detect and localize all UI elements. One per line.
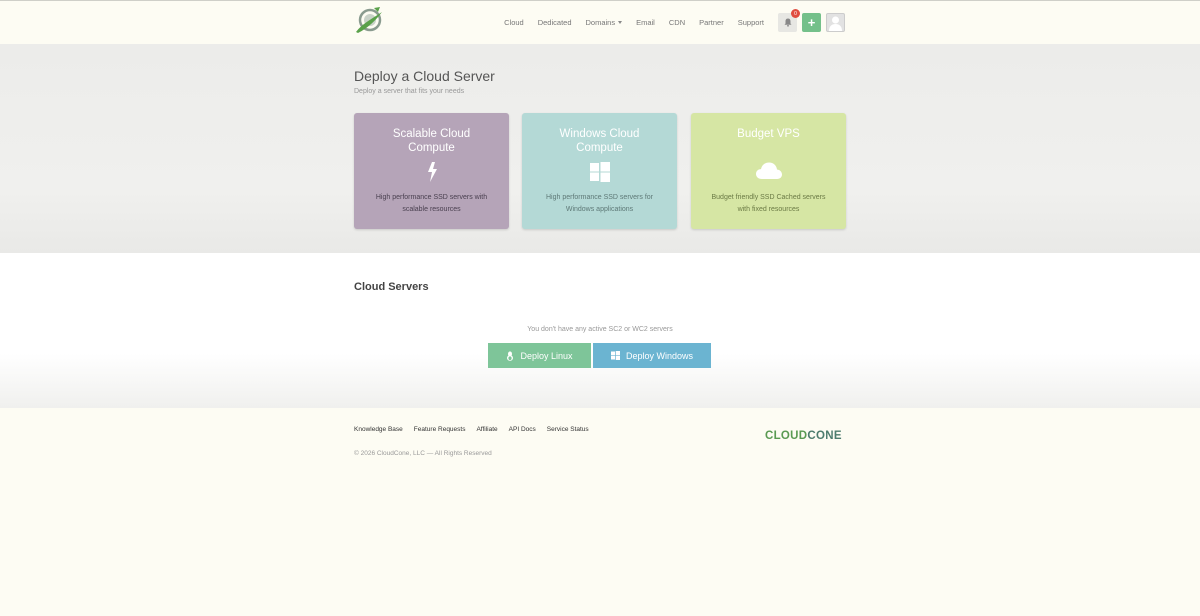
cloud-servers-section: Cloud Servers You don't have any active … <box>0 253 1200 408</box>
card-description: Budget friendly SSD Cached servers with … <box>711 194 826 213</box>
nav-support[interactable]: Support <box>731 1 771 44</box>
card-windows-cloud-compute[interactable]: Windows Cloud Compute High performance S… <box>522 113 677 229</box>
linux-icon <box>507 350 514 361</box>
footer-brand[interactable]: CLOUDCONE <box>765 430 842 442</box>
footer-link-knowledge-base[interactable]: Knowledge Base <box>354 426 403 433</box>
notification-badge: 0 <box>791 9 800 18</box>
main-nav: Cloud Dedicated Domains Email CDN Partne… <box>497 1 771 44</box>
footer-link-feature-requests[interactable]: Feature Requests <box>414 426 466 433</box>
card-description: High performance SSD servers with scalab… <box>375 194 488 213</box>
nav-partner[interactable]: Partner <box>692 1 731 44</box>
header: Cloud Dedicated Domains Email CDN Partne… <box>0 1 1200 44</box>
avatar[interactable] <box>826 13 845 32</box>
nav-domains[interactable]: Domains <box>579 1 630 44</box>
footer-link-service-status[interactable]: Service Status <box>547 426 589 433</box>
user-icon <box>829 16 842 31</box>
card-title: Scalable Cloud Compute <box>392 128 471 154</box>
footer-link-affiliate[interactable]: Affiliate <box>476 426 497 433</box>
section-title: Cloud Servers <box>354 281 429 293</box>
nav-cloud[interactable]: Cloud <box>497 1 531 44</box>
lightning-icon <box>427 162 437 182</box>
card-scalable-cloud-compute[interactable]: Scalable Cloud Compute High performance … <box>354 113 509 229</box>
deploy-windows-button[interactable]: Deploy Windows <box>593 343 711 368</box>
card-title: Budget VPS <box>737 128 800 140</box>
windows-icon <box>589 162 610 182</box>
cloudcone-logo-icon[interactable] <box>354 6 384 36</box>
deploy-hero: Deploy a Cloud Server Deploy a server th… <box>0 44 1200 253</box>
deploy-linux-button[interactable]: Deploy Linux <box>488 343 591 368</box>
page-subtitle: Deploy a server that fits your needs <box>354 88 465 95</box>
footer: Knowledge Base Feature Requests Affiliat… <box>0 408 1200 616</box>
footer-link-api-docs[interactable]: API Docs <box>509 426 536 433</box>
copyright: © 2026 CloudCone, LLC — All Rights Reser… <box>354 450 492 457</box>
notifications-button[interactable]: 0 <box>778 9 800 32</box>
cloud-icon <box>755 162 782 179</box>
empty-state-message: You don't have any active SC2 or WC2 ser… <box>527 326 673 333</box>
nav-email[interactable]: Email <box>629 1 662 44</box>
card-description: High performance SSD servers for Windows… <box>546 194 653 213</box>
nav-dedicated[interactable]: Dedicated <box>531 1 579 44</box>
add-button[interactable]: + <box>802 13 821 32</box>
windows-icon <box>610 351 620 360</box>
card-budget-vps[interactable]: Budget VPS Budget friendly SSD Cached se… <box>691 113 846 229</box>
card-title: Windows Cloud Compute <box>559 128 640 154</box>
chevron-down-icon <box>618 21 623 24</box>
nav-cdn[interactable]: CDN <box>662 1 692 44</box>
plus-icon: + <box>807 15 816 30</box>
page-title: Deploy a Cloud Server <box>354 68 495 84</box>
bell-icon <box>784 18 791 27</box>
footer-links: Knowledge Base Feature Requests Affiliat… <box>354 426 589 433</box>
